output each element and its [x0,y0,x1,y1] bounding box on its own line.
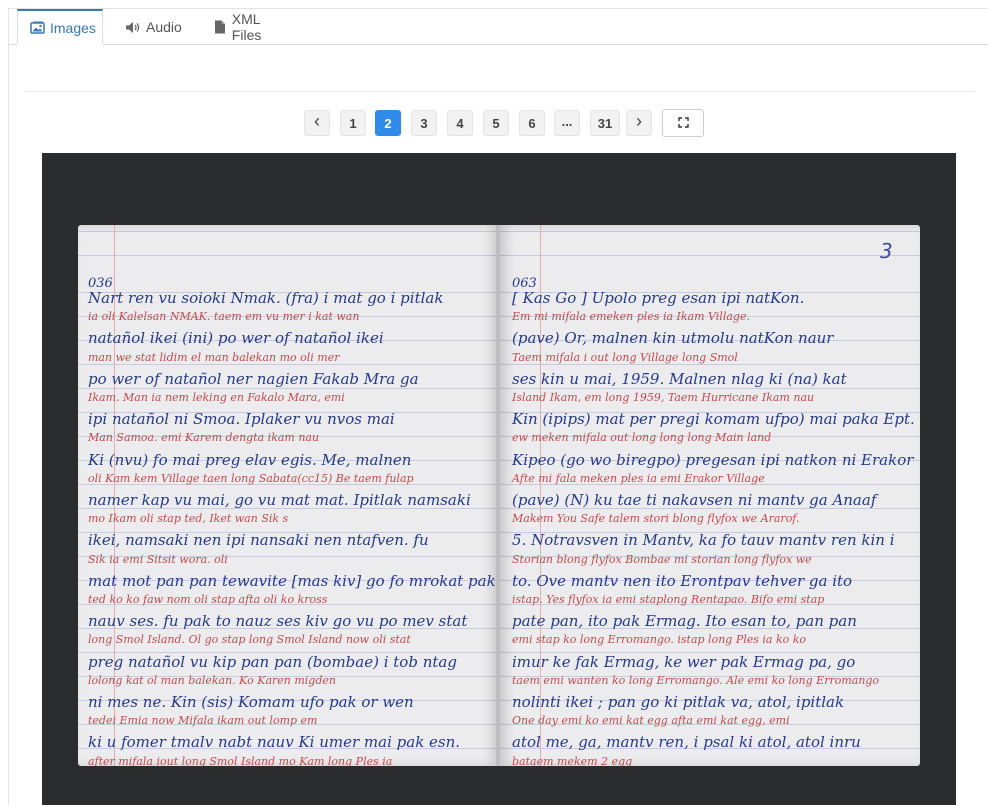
handwritten-line: istap. Yes flyfox ia emi staplong Rentap… [512,593,825,606]
tab-images[interactable]: Images [17,9,103,45]
section-divider [25,91,975,92]
fullscreen-button[interactable] [662,109,704,137]
prev-page-button[interactable]: ‹ [304,110,330,136]
handwritten-line: Kin (ipips) mat per pregi komam ufpo) ma… [512,410,915,429]
handwritten-line: Island Ikam, em long 1959, Taem Hurrican… [512,391,815,404]
page-number: 3 [880,239,893,263]
handwritten-line: tedei Emia now Mifala ikam out lomp em [88,714,318,728]
handwritten-line: mat mot pan pan tewavite [mas kiv] go fo… [88,571,496,590]
page-button-3[interactable]: 3 [411,110,437,136]
handwritten-line: man we stat lidim el man balekan mo oli … [88,350,340,364]
handwritten-line: ni mes ne. Kin (sis) Komam ufo pak or we… [88,693,414,711]
page-ellipsis[interactable]: ... [554,110,580,136]
tab-audio-label: Audio [146,19,182,35]
handwritten-line: mo Ikam oli stap ted, Iket wan Sik s [88,512,289,526]
handwritten-line: preg natañol vu kip pan pan (bombae) i t… [88,652,457,671]
handwritten-line: ki u fomer tmalv nabt nauv Ki umer mai p… [88,733,461,752]
handwritten-line: taem emi wanten ko long Erromango. Ale e… [512,673,880,687]
page-label: 1 [349,115,357,131]
handwritten-line: Afte mi fala meken ples ia emi Erakor Vi… [512,471,765,485]
tab-images-label: Images [50,19,96,36]
ellipsis-label: ... [561,113,573,129]
handwritten-line: lolong kat ol man balekan. Ko Karen migd… [88,673,336,687]
page-label: 6 [528,115,536,131]
handwritten-line: Kipeo (go wo biregpo) pregesan ipi natko… [512,450,914,469]
handwritten-line: Makem You Safe talem stori blong flyfox … [512,512,800,526]
file-icon [213,19,227,35]
handwritten-line: pate pan, ito pak Ermag. Ito esan to, pa… [512,612,857,631]
media-panel: Images Audio XML Files ‹ 1 2 3 4 5 6 ...… [8,8,988,805]
handwritten-line: 5. Notravsven in Mantv, ka fo tauv mantv… [512,531,895,550]
volume-icon [125,19,141,35]
handwritten-line: to. Ove mantv nen ito Erontpav tehver ga… [512,571,853,590]
handwritten-line: Storian blong flyfox Bombae mi storian l… [512,552,812,566]
chevron-left-icon: ‹ [314,111,320,131]
handwritten-line: emi stap ko long Erromango. istap long P… [512,633,807,647]
fullscreen-icon [677,116,689,131]
handwritten-line: po wer of natañol ner nagien Fakab Mra g… [88,369,419,388]
page-button-6[interactable]: 6 [519,110,545,136]
handwritten-line: Taem mifala i out long Village long Smol [512,350,738,364]
handwritten-line: ew meken mifala out long long long Main … [512,431,772,445]
handwritten-line: Nart ren vu soioki Nmak. (fra) i mat go … [88,289,444,307]
handwritten-line: namer kap vu mai, go vu mat mat. Ipitlak… [88,491,471,509]
handwritten-line: Ki (nvu) fo mai preg elav egis. Me, maln… [88,450,412,469]
handwritten-line: atol me, ga, mantv ren, i psal ki atol, … [512,733,861,752]
handwritten-line: Ikam. Man ia nem leking en Fakalo Mara, … [88,391,345,404]
handwritten-line: nolinti ikei ; pan go ki pitlak va, atol… [512,693,845,711]
handwritten-line: One day emi ko emi kat egg afta emi kat … [512,714,790,728]
handwritten-line: ses kin u mai, 1959. Malnen nlag ki (na)… [512,369,847,388]
page-label: 5 [492,115,500,131]
image-viewer[interactable]: 036 Nart ren vu soioki Nmak. (fra) i mat… [42,153,956,805]
page-button-31[interactable]: 31 [590,110,620,136]
image-icon [30,20,45,36]
handwritten-line: oli Kam kem Village taen long Sabata(cc1… [88,471,414,485]
tab-xml-files[interactable]: XML Files [201,9,297,45]
handwritten-line: imur ke fak Ermag, ke wer pak Ermag pa, … [512,652,856,671]
handwritten-line: (pave) (N) ku tae ti nakavsen ni mantv g… [512,491,877,509]
page-label: 3 [420,115,428,131]
handwritten-line: ia oli Kalelsan NMAK. taem em vu mer i k… [88,310,360,324]
handwritten-line: ted ko ko faw nom oli stap afta oli ko k… [88,593,328,606]
page-label: 2 [384,115,392,131]
handwritten-line: ipi natañol ni Smoa. Iplaker vu nvos mai [88,410,395,429]
page-label: 31 [597,115,613,131]
tab-audio[interactable]: Audio [113,9,193,45]
page-button-2[interactable]: 2 [375,110,401,136]
image-pagination: ‹ 1 2 3 4 5 6 ... 31 › [9,109,988,138]
handwritten-line: long Smol Island. Ol go stap long Smol I… [88,633,411,647]
handwritten-line: ikei, namsaki nen ipi nansaki nen ntafve… [88,531,429,550]
page-label: 4 [456,115,464,131]
handwritten-line: natañol ikei (ini) po wer of natañol ike… [88,329,384,348]
handwritten-line: nauv ses. fu pak to nauz ses kiv go vu p… [88,612,468,631]
page-button-5[interactable]: 5 [483,110,509,136]
tab-xml-files-label: XML Files [231,11,262,43]
handwritten-line: [ Kas Go ] Upolo preg esan ipi natKon. [512,289,805,307]
page-button-1[interactable]: 1 [340,110,366,136]
chevron-right-icon: › [636,111,642,131]
handwritten-line: (pave) Or, malnen kin utmolu natKon naur [512,329,834,348]
notebook-scan: 036 Nart ren vu soioki Nmak. (fra) i mat… [78,225,920,766]
left-notebook-page: 036 Nart ren vu soioki Nmak. (fra) i mat… [78,225,498,766]
right-notebook-page: 063 3 [ Kas Go ] Upolo preg esan ipi nat… [500,225,920,766]
handwritten-line: after mifala iout long Smol Island mo Ka… [88,754,393,766]
handwritten-line: bataem mekem 2 egg [512,754,633,766]
handwritten-line: Man Samoa. emi Karem dengta ikam nau [88,431,320,445]
handwritten-line: Sik ia emi Sitsit wora. oli [88,552,228,566]
next-page-button[interactable]: › [626,110,652,136]
page-button-4[interactable]: 4 [447,110,473,136]
handwritten-line: Em mi mifala emeken ples ia Ikam Village… [512,310,750,324]
media-tabs: Images Audio XML Files [9,9,988,45]
